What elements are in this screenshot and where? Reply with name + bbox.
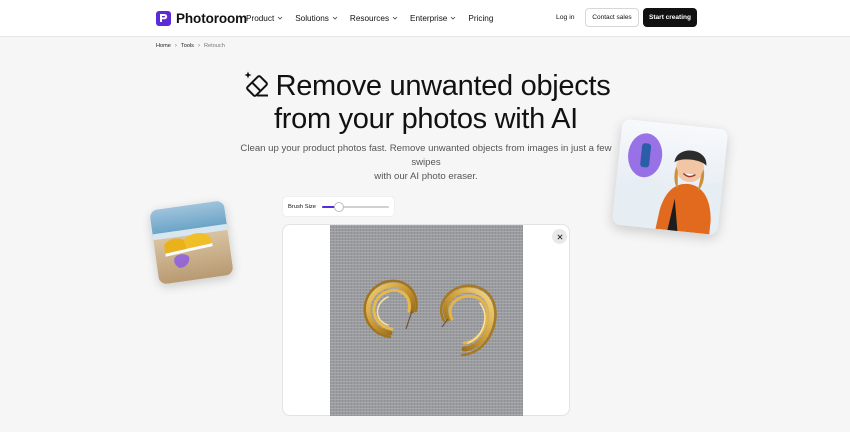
login-link[interactable]: Log in [556,14,575,21]
nav-item-resources[interactable]: Resources [350,12,398,24]
close-button[interactable] [552,229,567,244]
eraser-icon [244,71,268,97]
brand-logo-link[interactable]: Photoroom [156,10,247,26]
start-creating-button[interactable]: Start creating [643,8,697,27]
image-editor-panel [282,224,570,416]
chevron-down-icon [277,16,283,20]
slider-thumb[interactable] [333,202,344,212]
chevron-down-icon [451,16,456,20]
breadcrumb-current: Retouch [203,42,225,49]
brush-size-control: Brush Size [283,197,394,216]
nav-item-solutions[interactable]: Solutions [295,12,338,24]
subtitle-line-2: with our AI photo eraser. [374,171,478,182]
nav-item-label: Solutions [295,13,329,23]
breadcrumb: Home › Tools › Retouch [156,41,225,50]
top-navigation-bar: Photoroom Product Solutions Resources En… [0,0,850,37]
gold-hoop-earrings-on-linen-photo[interactable] [330,225,523,416]
main-nav: Product Solutions Resources Enterprise P… [246,12,505,24]
brand-name: Photoroom [176,10,248,26]
sneakers-on-beach-photo [149,200,234,285]
nav-item-pricing[interactable]: Pricing [468,12,493,24]
chevron-right-icon: › [197,42,200,49]
chevron-down-icon [332,16,338,20]
subtitle-line-1: Clean up your product photos fast. Remov… [240,143,612,168]
chevron-right-icon: › [174,42,177,49]
smiling-woman-in-snow-photo [611,118,729,236]
nav-item-enterprise[interactable]: Enterprise [410,12,456,24]
photoroom-logo-icon [156,10,171,26]
nav-item-label: Enterprise [410,13,448,23]
close-icon [556,233,563,240]
breadcrumb-tools[interactable]: Tools [181,43,194,49]
title-line-1: Remove unwanted objects [275,70,611,102]
nav-item-label: Product [246,13,275,23]
nav-item-product[interactable]: Product [246,12,283,24]
nav-item-label: Resources [349,13,390,23]
brush-size-label: Brush Size [288,203,317,210]
breadcrumb-home[interactable]: Home [156,43,171,49]
contact-sales-button[interactable]: Contact sales [585,8,639,27]
nav-item-label: Pricing [468,13,494,23]
title-line-2: from your photos with AI [274,103,578,135]
brush-size-slider[interactable] [322,202,389,212]
page-title: Remove unwanted objects from your photos… [200,70,652,136]
hero-subtitle: Clean up your product photos fast. Remov… [226,142,626,184]
chevron-down-icon [392,16,398,20]
